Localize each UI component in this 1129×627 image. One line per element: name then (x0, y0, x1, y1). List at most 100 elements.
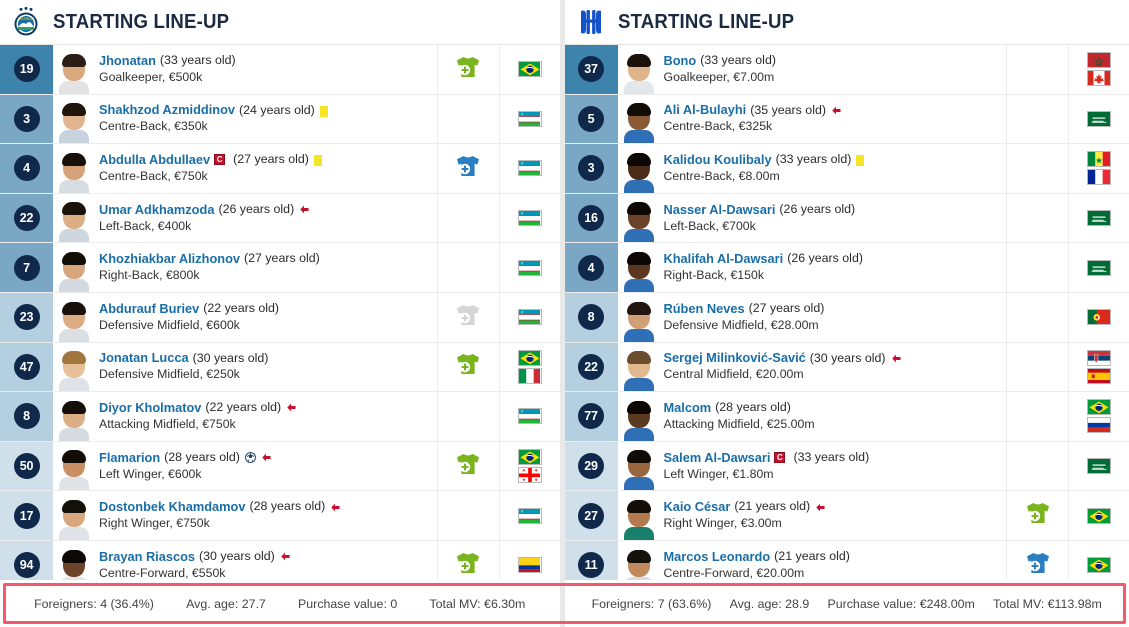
player-name-link[interactable]: Nasser Al-Dawsari (664, 202, 776, 218)
table-row[interactable]: 4 Abdulla Abdullaev C (27 years old) Centre-… (0, 144, 560, 194)
player-photo-cell[interactable] (53, 491, 91, 540)
table-row[interactable]: 17 Dostonbek Khamdamov (28 years old) Right… (0, 491, 560, 541)
substitution-shirt-icon[interactable] (455, 552, 481, 579)
substitution-cell[interactable] (1006, 94, 1068, 144)
table-row[interactable]: 50 Flamarion (28 years old) Left Winger, €6… (0, 441, 560, 492)
player-photo-cell[interactable] (53, 194, 91, 243)
player-photo-cell[interactable] (618, 392, 656, 441)
player-photo-cell[interactable] (53, 293, 91, 342)
substitution-cell[interactable] (436, 193, 499, 243)
player-name-link[interactable]: Jhonatan (99, 53, 156, 69)
player-photo-cell[interactable] (53, 45, 91, 94)
table-row[interactable]: 77 Malcom (28 years old) Attacking Midfield… (564, 392, 1129, 442)
player-photo-cell[interactable] (53, 343, 91, 392)
substitution-cell[interactable] (1006, 292, 1068, 342)
substitution-cell[interactable] (436, 441, 499, 491)
substitution-shirt-icon[interactable] (455, 155, 481, 182)
shirt-number-badge: 22 (578, 353, 604, 380)
substitution-cell[interactable] (1006, 342, 1068, 392)
player-photo-cell[interactable] (618, 95, 656, 144)
player-name-link[interactable]: Khozhiakbar Alizhonov (99, 251, 240, 267)
substitution-cell[interactable] (436, 292, 499, 342)
table-row[interactable]: 8 Rúben Neves (27 years old) Defensive Midf… (564, 292, 1129, 343)
player-name-link[interactable]: Ali Al-Bulayhi (664, 102, 747, 118)
table-row[interactable]: 27 Kaio César (21 years old) Right Winger, … (564, 491, 1129, 541)
player-name-link[interactable]: Dostonbek Khamdamov (99, 499, 245, 515)
player-name-link[interactable]: Flamarion (99, 450, 160, 466)
player-photo-cell[interactable] (618, 45, 656, 94)
substitution-cell[interactable] (436, 144, 499, 193)
player-name-link[interactable]: Diyor Kholmatov (99, 400, 201, 416)
player-photo-cell[interactable] (53, 243, 91, 292)
table-row[interactable]: 37 Bono (33 years old) Goalkeeper, €7.00m (564, 45, 1129, 95)
substitution-cell[interactable] (1006, 45, 1068, 94)
table-row[interactable]: 4 Khalifah Al-Dawsari (26 years old) Right-… (564, 243, 1129, 293)
flag-uzbekistan-icon (517, 160, 542, 177)
table-row[interactable]: 22 Sergej Milinković-Savić (30 years old) C… (564, 342, 1129, 393)
player-name-link[interactable]: Kaio César (664, 499, 731, 515)
player-name-link[interactable]: Khalifah Al-Dawsari (664, 251, 784, 267)
player-name-link[interactable]: Umar Adkhamzoda (99, 202, 214, 218)
player-name-link[interactable]: Rúben Neves (664, 301, 745, 317)
table-row[interactable]: 7 Khozhiakbar Alizhonov (27 years old) Righ… (0, 243, 560, 293)
player-name-link[interactable]: Malcom (664, 400, 712, 416)
shirt-number-badge: 7 (13, 254, 40, 281)
table-row[interactable]: 5 Ali Al-Bulayhi (35 years old) Centre-Back… (564, 94, 1129, 145)
player-photo-cell[interactable] (618, 343, 656, 392)
table-row[interactable]: 23 Abdurauf Buriev (22 years old) Defensive… (0, 292, 560, 343)
player-name-link[interactable]: Bono (664, 53, 697, 69)
substitution-shirt-icon[interactable] (1025, 552, 1051, 579)
substitution-cell[interactable] (1006, 392, 1068, 441)
nationality-cell (1068, 243, 1129, 292)
player-photo-cell[interactable] (53, 442, 91, 491)
player-position-value: Centre-Back, €325k (663, 119, 773, 134)
substitution-cell[interactable] (436, 243, 499, 292)
substitution-cell[interactable] (436, 94, 499, 144)
player-name-link[interactable]: Kalidou Koulibaly (664, 152, 772, 168)
player-photo-cell[interactable] (53, 144, 91, 193)
al-hilal-crest-icon[interactable] (574, 5, 608, 39)
player-photo-cell[interactable] (53, 392, 91, 441)
player-name-link[interactable]: Abdulla Abdullaev (99, 152, 210, 168)
substitution-cell[interactable] (1006, 491, 1068, 540)
player-photo-cell[interactable] (618, 442, 656, 491)
table-row[interactable]: 47 Jonatan Lucca (30 years old) Defensive M… (0, 342, 560, 393)
table-row[interactable]: 8 Diyor Kholmatov (22 years old) Attacking … (0, 392, 560, 442)
substitution-shirt-icon[interactable] (455, 353, 481, 380)
player-photo-cell[interactable] (618, 293, 656, 342)
substitution-shirt-icon[interactable] (455, 453, 481, 480)
team-column-right: STARTING LINE-UP 37 Bono (33 years old) Goa… (564, 0, 1129, 627)
table-row[interactable]: 3 Shakhzod Azmiddinov (24 years old) Centre… (0, 94, 560, 145)
substitution-shirt-icon[interactable] (455, 304, 481, 331)
player-photo-cell[interactable] (618, 491, 656, 540)
substitution-cell[interactable] (1006, 243, 1068, 292)
substitution-cell[interactable] (436, 392, 499, 441)
player-name-link[interactable]: Shakhzod Azmiddinov (99, 102, 235, 118)
table-row[interactable]: 19 Jhonatan (33 years old) Goalkeeper, €500… (0, 45, 560, 95)
substitution-shirt-icon[interactable] (455, 56, 481, 83)
substitution-shirt-icon[interactable] (1025, 502, 1051, 529)
substitution-cell[interactable] (1006, 193, 1068, 243)
substitution-cell[interactable] (436, 491, 499, 540)
table-row[interactable]: 29 Salem Al-Dawsari C (33 years old) Left Wi… (564, 441, 1129, 492)
nationality-cell (498, 392, 560, 441)
pakhtakor-crest-icon[interactable]: PAXTAKOR (9, 5, 43, 39)
player-name-link[interactable]: Jonatan Lucca (99, 350, 189, 366)
player-photo-cell[interactable] (53, 95, 91, 144)
player-photo-cell[interactable] (618, 144, 656, 193)
substitution-cell[interactable] (436, 45, 499, 94)
player-photo-cell[interactable] (618, 194, 656, 243)
substitution-cell[interactable] (436, 342, 499, 392)
shirt-number-badge: 77 (578, 403, 604, 430)
table-row[interactable]: 22 Umar Adkhamzoda (26 years old) Left-Back… (0, 193, 560, 244)
player-name-link[interactable]: Brayan Riascos (99, 549, 195, 565)
player-name-link[interactable]: Marcos Leonardo (664, 549, 771, 565)
player-name-link[interactable]: Salem Al-Dawsari (664, 450, 771, 466)
player-name-link[interactable]: Abdurauf Buriev (99, 301, 199, 317)
substitution-cell[interactable] (1006, 144, 1068, 193)
table-row[interactable]: 16 Nasser Al-Dawsari (26 years old) Left-Ba… (564, 193, 1129, 244)
player-photo-cell[interactable] (618, 243, 656, 292)
substitution-cell[interactable] (1006, 441, 1068, 491)
table-row[interactable]: 3 Kalidou Koulibaly (33 years old) Centre-B… (564, 144, 1129, 194)
player-name-link[interactable]: Sergej Milinković-Savić (664, 350, 806, 366)
